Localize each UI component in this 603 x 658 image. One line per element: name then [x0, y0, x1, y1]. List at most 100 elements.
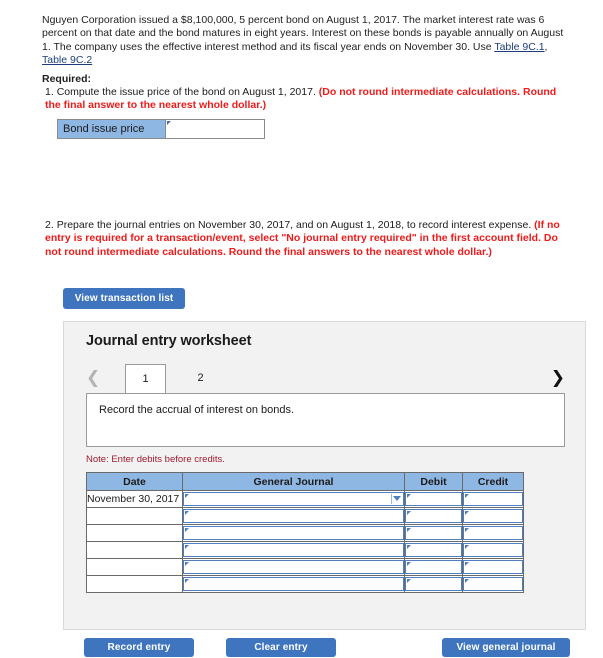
worksheet-tab-2[interactable]: 2	[180, 364, 221, 392]
cell-general-journal[interactable]	[182, 558, 405, 576]
cell-general-journal[interactable]	[182, 575, 405, 593]
table-9c2-link[interactable]: Table 9C.2	[42, 54, 92, 66]
debit-field-box[interactable]	[405, 492, 462, 506]
credit-field-box[interactable]	[463, 543, 523, 557]
credit-input[interactable]	[464, 527, 522, 539]
column-header-debit: Debit	[404, 472, 463, 491]
credit-input[interactable]	[464, 510, 522, 522]
cell-general-journal[interactable]	[182, 507, 405, 525]
cell-date[interactable]	[86, 558, 183, 576]
cell-corner-marker-icon	[465, 511, 469, 515]
cell-corner-marker-icon	[185, 562, 189, 566]
cell-debit[interactable]	[404, 490, 463, 508]
cell-corner-marker-icon	[185, 511, 189, 515]
cell-corner-marker-icon	[465, 494, 469, 498]
cell-date[interactable]	[86, 524, 183, 542]
cell-corner-marker-icon	[465, 545, 469, 549]
dropdown-separator	[391, 494, 392, 504]
general-journal-select-box[interactable]	[183, 543, 404, 557]
debit-input[interactable]	[406, 561, 461, 573]
chevron-down-icon[interactable]	[393, 496, 401, 501]
cell-general-journal[interactable]	[182, 490, 405, 508]
cell-credit[interactable]	[462, 524, 524, 542]
general-journal-input[interactable]	[184, 527, 403, 539]
cell-debit[interactable]	[404, 524, 463, 542]
clear-entry-button[interactable]: Clear entry	[226, 638, 336, 657]
journal-entry-worksheet-panel: Journal entry worksheet ❮ 1 2 ❯ Record t…	[63, 321, 586, 630]
cell-date[interactable]	[86, 541, 183, 559]
general-journal-input[interactable]	[184, 544, 403, 556]
debit-field-box[interactable]	[405, 577, 462, 591]
general-journal-input[interactable]	[184, 493, 403, 505]
general-journal-select-box[interactable]	[183, 492, 404, 506]
cell-date[interactable]	[86, 507, 183, 525]
cell-general-journal[interactable]	[182, 524, 405, 542]
chevron-left-icon[interactable]: ❮	[86, 370, 100, 387]
cell-corner-marker-icon	[407, 545, 411, 549]
table-row	[86, 524, 524, 542]
debit-input[interactable]	[406, 578, 461, 590]
worksheet-title: Journal entry worksheet	[86, 333, 252, 349]
view-general-journal-button[interactable]: View general journal	[442, 638, 570, 657]
cell-credit[interactable]	[462, 541, 524, 559]
cell-debit[interactable]	[404, 575, 463, 593]
general-journal-input[interactable]	[184, 561, 403, 573]
cell-corner-marker-icon	[465, 579, 469, 583]
credit-input[interactable]	[464, 544, 522, 556]
cell-debit[interactable]	[404, 558, 463, 576]
problem-intro-text: Nguyen Corporation issued a $8,100,000, …	[42, 14, 564, 53]
worksheet-pager: ❮ 1 2 ❯	[64, 364, 585, 394]
record-entry-button[interactable]: Record entry	[84, 638, 194, 657]
table-row	[86, 541, 524, 559]
debit-input[interactable]	[406, 527, 461, 539]
column-header-date: Date	[86, 472, 183, 491]
general-journal-select-box[interactable]	[183, 560, 404, 574]
cell-date[interactable]	[86, 575, 183, 593]
cell-corner-marker-icon	[407, 562, 411, 566]
general-journal-select-box[interactable]	[183, 577, 404, 591]
worksheet-instruction-text: Record the accrual of interest on bonds.	[99, 404, 295, 416]
chevron-right-icon[interactable]: ❯	[551, 370, 565, 387]
cell-corner-marker-icon	[407, 494, 411, 498]
general-journal-select-box[interactable]	[183, 526, 404, 540]
credit-input[interactable]	[464, 561, 522, 573]
link-separator: ,	[544, 40, 548, 53]
credit-field-box[interactable]	[463, 526, 523, 540]
cell-corner-marker-icon	[185, 545, 189, 549]
view-transaction-list-button[interactable]: View transaction list	[63, 288, 185, 309]
worksheet-tab-1[interactable]: 1	[125, 364, 166, 393]
requirement-item-2: 2. Prepare the journal entries on Novemb…	[45, 219, 567, 259]
bond-issue-price-table: Bond issue price	[57, 119, 265, 139]
debit-field-box[interactable]	[405, 526, 462, 540]
cell-credit[interactable]	[462, 490, 524, 508]
cell-debit[interactable]	[404, 541, 463, 559]
debit-field-box[interactable]	[405, 543, 462, 557]
cell-credit[interactable]	[462, 575, 524, 593]
column-header-credit: Credit	[462, 472, 524, 491]
cell-credit[interactable]	[462, 558, 524, 576]
requirement-2-number: 2.	[45, 219, 54, 231]
bond-issue-price-cell[interactable]	[165, 119, 265, 139]
debit-input[interactable]	[406, 493, 461, 505]
general-journal-input[interactable]	[184, 578, 403, 590]
credit-field-box[interactable]	[463, 492, 523, 506]
debit-input[interactable]	[406, 544, 461, 556]
debit-input[interactable]	[406, 510, 461, 522]
general-journal-select-box[interactable]	[183, 509, 404, 523]
table-row: Bond issue price	[57, 119, 265, 139]
credit-field-box[interactable]	[463, 577, 523, 591]
credit-input[interactable]	[464, 578, 522, 590]
bond-issue-price-input[interactable]	[171, 121, 259, 137]
general-journal-input[interactable]	[184, 510, 403, 522]
table-header-row: Date General Journal Debit Credit	[86, 472, 524, 491]
credit-input[interactable]	[464, 493, 522, 505]
cell-credit[interactable]	[462, 507, 524, 525]
cell-debit[interactable]	[404, 507, 463, 525]
table-9c1-link[interactable]: Table 9C.1	[494, 41, 544, 53]
debit-field-box[interactable]	[405, 560, 462, 574]
debit-field-box[interactable]	[405, 509, 462, 523]
credit-field-box[interactable]	[463, 509, 523, 523]
table-row	[86, 558, 524, 576]
cell-general-journal[interactable]	[182, 541, 405, 559]
credit-field-box[interactable]	[463, 560, 523, 574]
